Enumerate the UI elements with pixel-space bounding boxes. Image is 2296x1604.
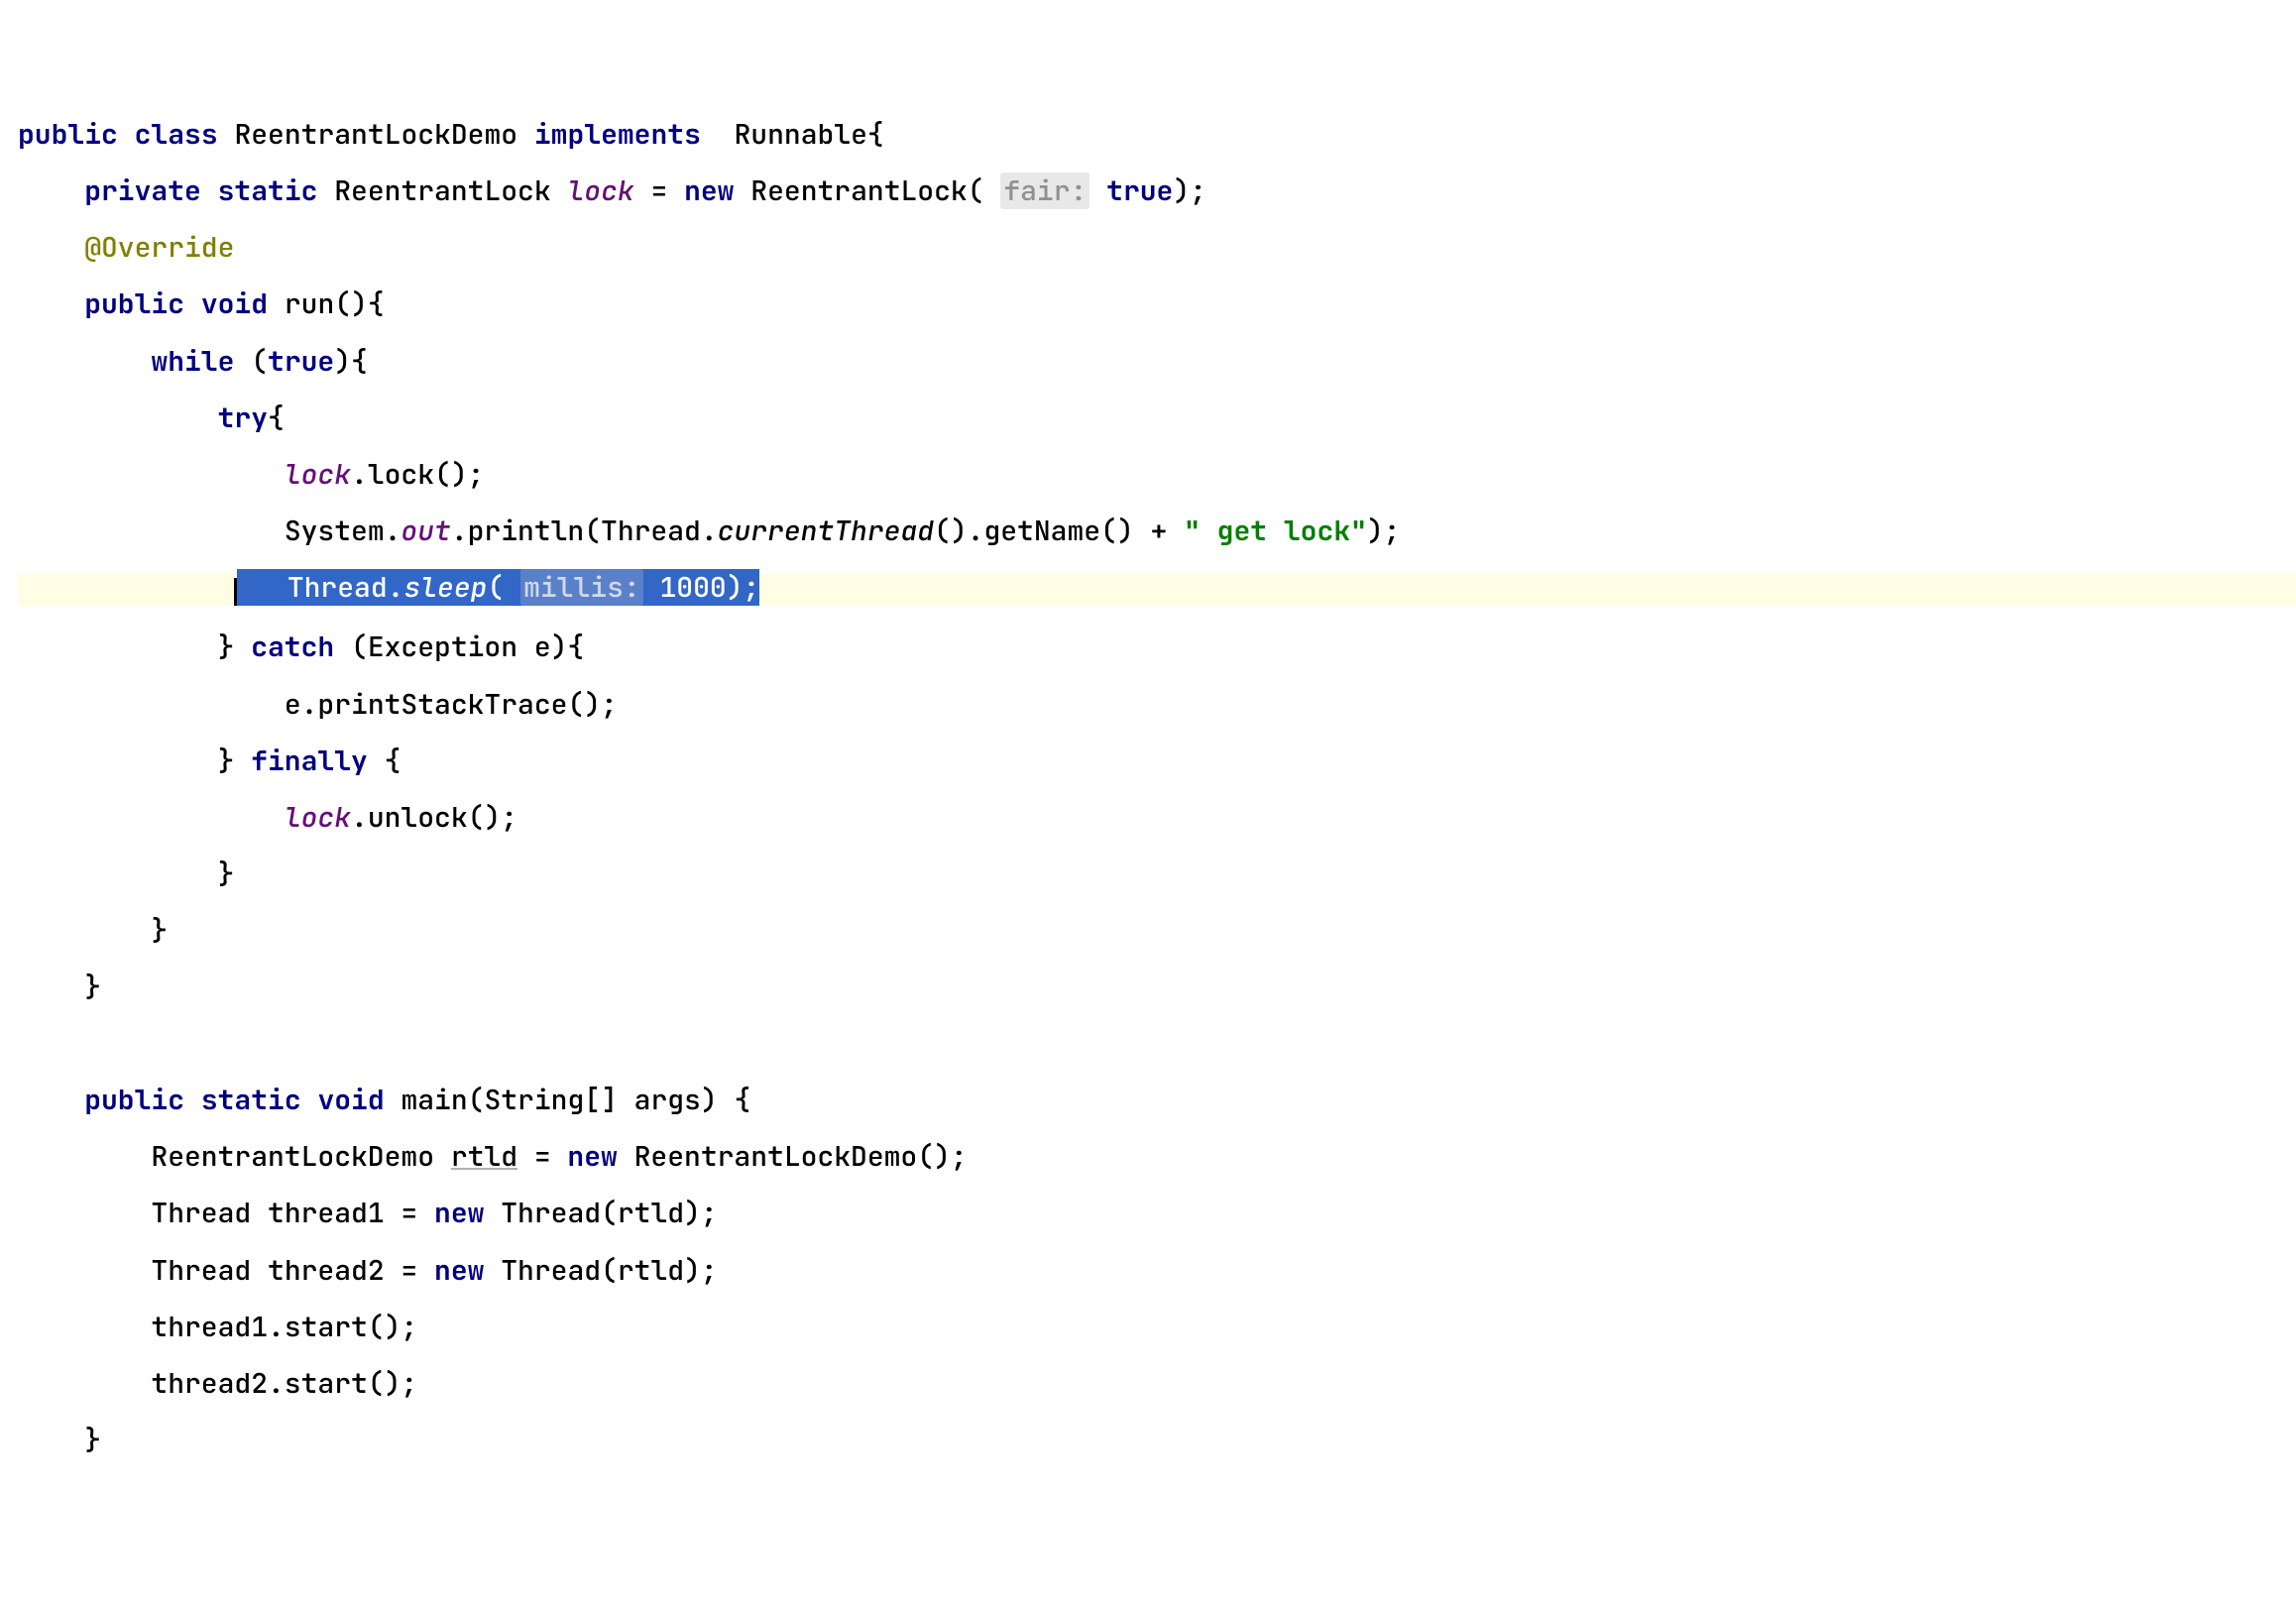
code-line-7[interactable]: lock.lock(); bbox=[18, 461, 2296, 490]
println-head: .println(Thread. bbox=[451, 513, 718, 549]
field-lock: lock bbox=[567, 172, 633, 209]
catch-sig: (Exception e){ bbox=[334, 629, 584, 665]
param-hint-fair: fair: bbox=[1000, 172, 1090, 209]
keyword-class: class bbox=[135, 116, 218, 153]
code-line-12[interactable]: } finally { bbox=[18, 747, 2296, 776]
main-l1-pre: ReentrantLockDemo bbox=[151, 1138, 450, 1175]
code-line-10[interactable]: } catch (Exception e){ bbox=[18, 633, 2296, 662]
keyword-implements: implements bbox=[534, 116, 701, 153]
keyword-catch: catch bbox=[251, 629, 334, 665]
sleep-call: sleep bbox=[403, 569, 487, 606]
code-line-13[interactable]: lock.unlock(); bbox=[18, 804, 2296, 833]
system-out: out bbox=[401, 513, 450, 549]
keyword-private: private bbox=[84, 172, 201, 209]
field-lock-ref: lock bbox=[285, 799, 351, 836]
code-line-8[interactable]: System.out.println(Thread.currentThread(… bbox=[18, 517, 2296, 546]
keyword-new: new bbox=[434, 1195, 484, 1231]
close-println: ); bbox=[1367, 513, 1401, 549]
keyword-public: public bbox=[84, 1082, 184, 1118]
field-lock-ref: lock bbox=[285, 456, 351, 493]
code-line-3[interactable]: @Override bbox=[18, 234, 2296, 263]
keyword-try: try bbox=[218, 400, 268, 436]
code-line-4[interactable]: public void run(){ bbox=[18, 290, 2296, 319]
keyword-new: new bbox=[434, 1252, 484, 1289]
keyword-static: static bbox=[218, 172, 318, 209]
type-reentrantlock: ReentrantLock bbox=[334, 172, 550, 209]
close-sleep: ); bbox=[727, 569, 760, 606]
code-line-23[interactable]: thread2.start(); bbox=[18, 1370, 2296, 1399]
selection: Thread.sleep( millis: 1000); bbox=[237, 569, 759, 606]
system: System. bbox=[285, 513, 402, 549]
code-line-16[interactable]: } bbox=[18, 974, 2296, 1002]
code-line-1[interactable]: public class ReentrantLockDemo implement… bbox=[18, 121, 2296, 150]
text-caret bbox=[234, 578, 237, 606]
code-line-6[interactable]: try{ bbox=[18, 404, 2296, 433]
code-line-15[interactable]: } bbox=[18, 917, 2296, 946]
code-line-24[interactable]: } bbox=[18, 1427, 2296, 1455]
code-line-21[interactable]: Thread thread2 = new Thread(rtld); bbox=[18, 1257, 2296, 1286]
open-paren: ( bbox=[487, 569, 504, 606]
print-stack: e.printStackTrace(); bbox=[285, 686, 618, 723]
current-thread: currentThread bbox=[718, 513, 934, 549]
sleep-value: 1000 bbox=[660, 569, 727, 606]
thread2-name: thread2 = bbox=[251, 1252, 434, 1289]
assign: = bbox=[634, 172, 684, 209]
literal-true: true bbox=[268, 343, 334, 380]
code-line-14[interactable]: } bbox=[18, 860, 2296, 889]
keyword-public: public bbox=[18, 116, 118, 153]
ctor-reentrantlock: ReentrantLock bbox=[750, 172, 967, 209]
annotation-override: @Override bbox=[84, 229, 234, 266]
thread-type: Thread bbox=[151, 1195, 251, 1231]
thread1-name: thread1 = bbox=[251, 1195, 434, 1231]
code-line-2[interactable]: private static ReentrantLock lock = new … bbox=[18, 177, 2296, 206]
main-sig: main(String[] args) { bbox=[385, 1082, 751, 1118]
keyword-new: new bbox=[684, 172, 734, 209]
thread-ctor: Thread(rtld); bbox=[484, 1195, 717, 1231]
thread2-start: thread2.start(); bbox=[151, 1365, 417, 1402]
code-line-20[interactable]: Thread thread1 = new Thread(rtld); bbox=[18, 1200, 2296, 1228]
var-rtld: rtld bbox=[451, 1138, 517, 1175]
literal-true: true bbox=[1106, 172, 1173, 209]
keyword-void: void bbox=[317, 1082, 384, 1118]
keyword-static: static bbox=[201, 1082, 301, 1118]
thread-ctor: Thread(rtld); bbox=[484, 1252, 717, 1289]
code-line-19[interactable]: ReentrantLockDemo rtld = new ReentrantLo… bbox=[18, 1143, 2296, 1172]
main-l1-post: ReentrantLockDemo(); bbox=[618, 1138, 968, 1175]
code-line-9-highlighted[interactable]: Thread.sleep( millis: 1000); bbox=[18, 574, 2296, 606]
code-line-blank[interactable] bbox=[18, 1030, 2296, 1059]
thread-type: Thread bbox=[151, 1252, 251, 1289]
code-line-5[interactable]: while (true){ bbox=[18, 348, 2296, 377]
param-hint-millis: millis: bbox=[520, 569, 643, 606]
method-run: run bbox=[285, 286, 334, 322]
keyword-new: new bbox=[567, 1138, 617, 1175]
call-lock: .lock(); bbox=[351, 456, 484, 493]
interface-name: Runnable bbox=[735, 116, 867, 153]
thread1-start: thread1.start(); bbox=[151, 1309, 417, 1345]
thread-class: Thread bbox=[287, 569, 388, 606]
getname-tail: ().getName() + bbox=[934, 513, 1184, 549]
keyword-void: void bbox=[201, 286, 268, 322]
class-name: ReentrantLockDemo bbox=[234, 116, 517, 153]
keyword-while: while bbox=[151, 343, 234, 380]
code-line-11[interactable]: e.printStackTrace(); bbox=[18, 691, 2296, 720]
keyword-finally: finally bbox=[251, 743, 368, 779]
call-unlock: .unlock(); bbox=[351, 799, 517, 836]
code-line-22[interactable]: thread1.start(); bbox=[18, 1314, 2296, 1342]
keyword-public: public bbox=[84, 286, 184, 322]
code-line-18[interactable]: public static void main(String[] args) { bbox=[18, 1087, 2296, 1115]
string-getlock: " get lock" bbox=[1184, 513, 1367, 549]
dot: . bbox=[388, 569, 404, 606]
